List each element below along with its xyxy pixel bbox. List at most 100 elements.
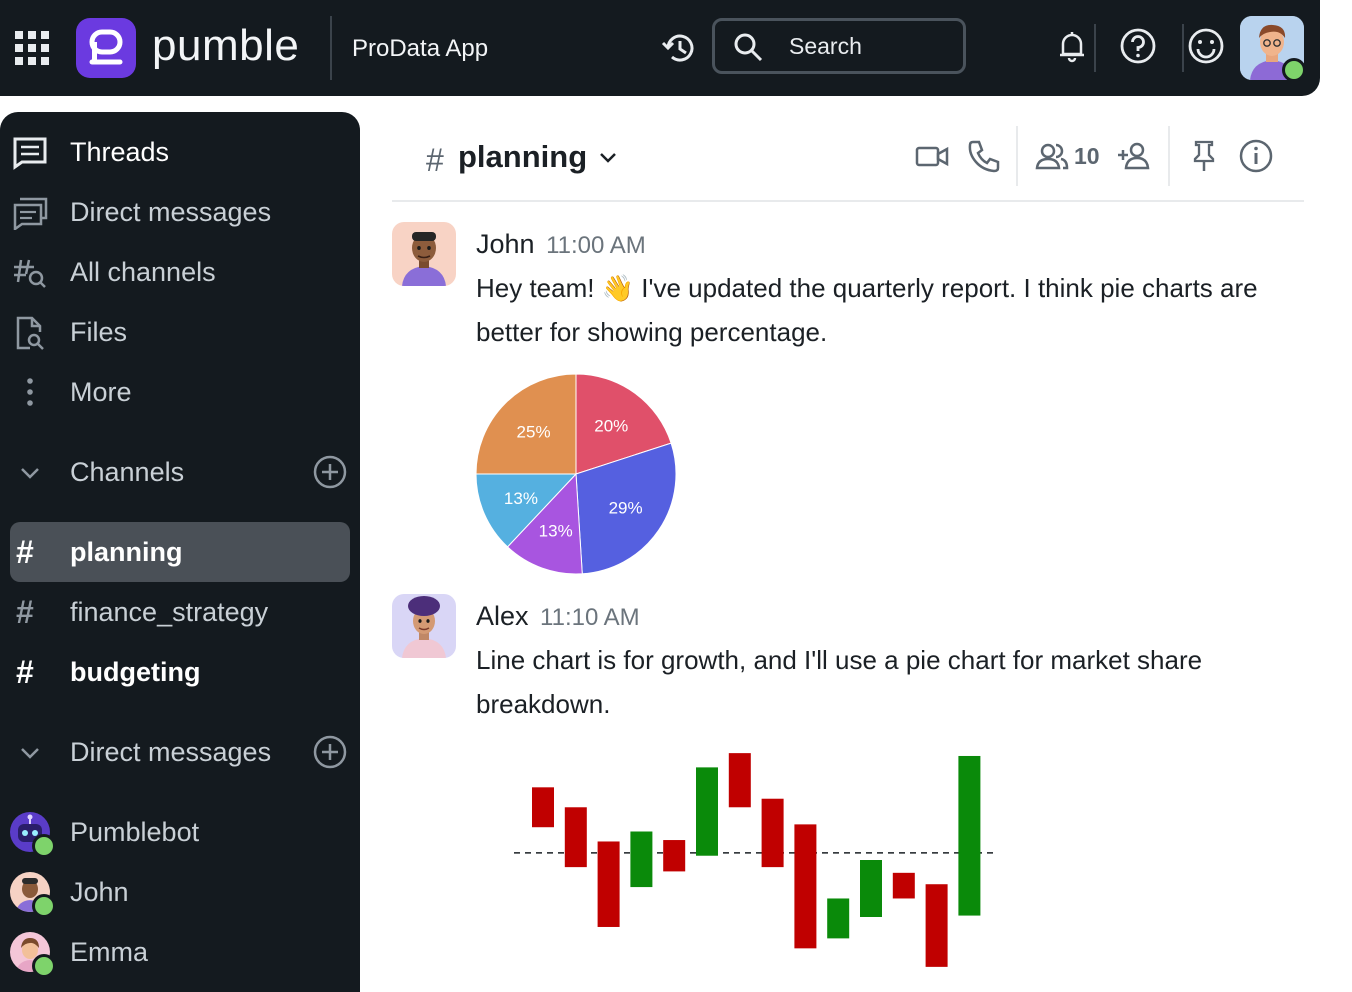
chart-bar xyxy=(925,884,948,967)
status-emoji-icon[interactable] xyxy=(1186,26,1226,66)
workspace-name[interactable]: ProData App xyxy=(352,34,488,64)
message-author-name: Alex xyxy=(476,601,529,631)
apps-grid-icon[interactable] xyxy=(14,30,50,66)
chart-bar xyxy=(827,898,850,939)
message-author[interactable]: Alex 11:10 AM xyxy=(476,600,640,634)
top-bar: pumble ProData App xyxy=(0,0,1320,96)
channel-header: # planning 10 xyxy=(392,112,1304,202)
chart-bar xyxy=(532,787,554,828)
header-separator xyxy=(1168,126,1170,186)
message-body: Line chart is for growth, and I'll use a… xyxy=(476,645,1203,719)
members-icon[interactable] xyxy=(1034,138,1070,174)
pie-slice-label: 13% xyxy=(504,489,538,508)
channel-hash-icon: # xyxy=(426,142,444,178)
threads-icon xyxy=(13,137,47,170)
info-icon[interactable] xyxy=(1238,138,1274,174)
sidebar-dm-john[interactable]: John xyxy=(10,862,350,922)
sidebar-channel-label: finance_strategy xyxy=(70,597,269,627)
phone-call-icon[interactable] xyxy=(966,138,1002,174)
chart-bar xyxy=(958,755,981,916)
sidebar-item-more[interactable]: More xyxy=(10,362,350,422)
help-icon[interactable] xyxy=(1118,26,1158,66)
message-author[interactable]: John 11:00 AM xyxy=(476,228,646,262)
member-count[interactable]: 10 xyxy=(1074,142,1100,170)
john-message-avatar[interactable] xyxy=(392,222,456,286)
pie-chart: 20% 29% 13%13% 25% xyxy=(475,373,677,575)
sidebar-item-files[interactable]: Files xyxy=(10,302,350,362)
sidebar-item-label: Threads xyxy=(70,137,170,167)
online-status-dot xyxy=(32,894,56,918)
pie-slice-label: 25% xyxy=(517,423,551,442)
chart-bar xyxy=(728,753,751,808)
chart-bar xyxy=(794,824,817,949)
sidebar-dm-label: Emma xyxy=(70,937,149,967)
chart-bar xyxy=(630,831,653,888)
message-body: Hey team! 👋 I've updated the quarterly r… xyxy=(476,273,1258,347)
chart-bar xyxy=(597,841,620,927)
sidebar-dm-label: John xyxy=(70,877,129,907)
chevron-down-icon xyxy=(21,468,39,479)
add-channel-icon[interactable] xyxy=(312,454,348,490)
topbar-divider xyxy=(330,16,332,80)
sidebar-item-label: All channels xyxy=(70,257,216,287)
online-status-dot xyxy=(32,954,56,978)
brand-name: pumble xyxy=(152,21,300,70)
topbar-separator xyxy=(1182,24,1184,72)
channels-section-label: Channels xyxy=(70,457,185,487)
sidebar-dm-pumblebot[interactable]: Pumblebot xyxy=(10,802,350,862)
chart-bar xyxy=(696,767,718,856)
dm-section-label: Direct messages xyxy=(70,737,272,767)
chevron-down-icon xyxy=(21,748,39,759)
pie-slice-label: 13% xyxy=(539,521,573,540)
sidebar-item-label: More xyxy=(70,377,132,407)
add-member-icon[interactable] xyxy=(1116,138,1152,174)
search-icon xyxy=(734,33,763,62)
channel-hash-icon: # xyxy=(16,654,34,690)
pie-slice-label: 20% xyxy=(594,416,628,435)
chart-bar xyxy=(860,860,882,917)
history-icon[interactable] xyxy=(660,29,698,67)
sidebar-channel-label: planning xyxy=(70,537,183,567)
message-author-name: John xyxy=(476,229,535,259)
chart-bar xyxy=(663,840,686,872)
chevron-down-icon[interactable] xyxy=(596,146,620,170)
search-input[interactable] xyxy=(789,31,949,61)
message-timestamp: 11:00 AM xyxy=(546,232,646,259)
all-channels-icon xyxy=(14,259,46,288)
channels-section-header[interactable]: Channels xyxy=(10,442,350,502)
sidebar-item-label: Direct messages xyxy=(70,197,272,227)
sidebar-item-label: Files xyxy=(70,317,128,347)
sidebar-channel-planning[interactable]: # planning xyxy=(10,522,350,582)
direct-messages-icon xyxy=(13,197,48,230)
topbar-separator xyxy=(1094,24,1096,72)
sidebar-channel-budgeting[interactable]: # budgeting xyxy=(10,642,350,702)
sidebar-channel-finance-strategy[interactable]: # finance_strategy xyxy=(10,582,350,642)
sidebar-item-threads[interactable]: Threads xyxy=(10,122,350,182)
chart-bar xyxy=(564,807,587,868)
sidebar-channel-label: budgeting xyxy=(70,657,201,687)
chart-bar xyxy=(761,798,784,868)
pumble-logo-icon xyxy=(76,18,136,78)
sidebar-item-all-channels[interactable]: All channels xyxy=(10,242,350,302)
search-box[interactable] xyxy=(712,18,966,74)
more-icon xyxy=(27,378,33,406)
sidebar: Threads Direct messages All channels Fil… xyxy=(0,112,360,992)
dm-section-header[interactable]: Direct messages xyxy=(10,722,350,782)
add-dm-icon[interactable] xyxy=(312,734,348,770)
sidebar-item-direct-messages[interactable]: Direct messages xyxy=(10,182,350,242)
channel-hash-icon: # xyxy=(16,594,34,630)
pin-icon[interactable] xyxy=(1186,138,1222,174)
alex-message-avatar[interactable] xyxy=(392,594,456,658)
online-status-dot xyxy=(32,834,56,858)
online-status-dot xyxy=(1282,58,1306,82)
floating-bar-chart xyxy=(514,753,998,967)
sidebar-dm-emma[interactable]: Emma xyxy=(10,922,350,982)
notifications-bell-icon[interactable] xyxy=(1054,28,1090,64)
pie-slice-label: 29% xyxy=(609,499,643,518)
channel-hash-icon: # xyxy=(16,534,34,570)
video-call-icon[interactable] xyxy=(914,138,950,174)
chart-bar xyxy=(892,872,915,899)
channel-title[interactable]: planning xyxy=(458,138,587,176)
sidebar-dm-label: Pumblebot xyxy=(70,817,200,847)
header-separator xyxy=(1016,126,1018,186)
